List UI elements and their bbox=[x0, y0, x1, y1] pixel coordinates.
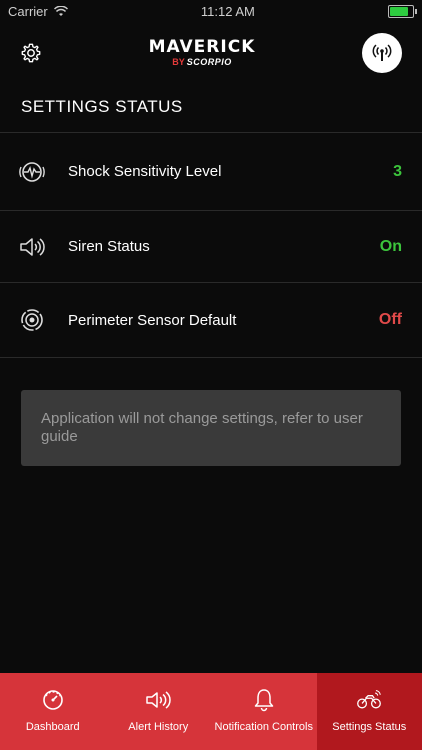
alert-history-icon bbox=[146, 691, 171, 709]
tab-notification-controls[interactable]: Notification Controls bbox=[211, 673, 317, 750]
settings-value: 3 bbox=[393, 162, 402, 180]
settings-row-perimeter: Perimeter Sensor Default Off bbox=[0, 282, 422, 358]
settings-list: Shock Sensitivity Level 3 Siren Status O… bbox=[0, 132, 422, 358]
brand-sub: SCORPIO bbox=[186, 57, 232, 67]
status-time: 11:12 AM bbox=[200, 3, 255, 19]
settings-value: On bbox=[379, 237, 402, 255]
dashboard-icon bbox=[42, 690, 63, 710]
tab-label: Alert History bbox=[128, 721, 189, 733]
shock-sensor-icon bbox=[19, 161, 45, 182]
brand-name: MAVERICK bbox=[148, 37, 256, 57]
tab-alert-history[interactable]: Alert History bbox=[106, 673, 212, 750]
tab-label: Notification Controls bbox=[214, 721, 313, 733]
brand-by: BY bbox=[172, 57, 185, 67]
settings-label: Perimeter Sensor Default bbox=[68, 311, 237, 329]
brand-logo: MAVERICK BY SCORPIO bbox=[149, 39, 256, 67]
battery-icon bbox=[387, 4, 417, 18]
tab-settings-status[interactable]: Settings Status bbox=[316, 673, 422, 750]
carrier-label: Carrier bbox=[8, 3, 48, 19]
wifi-icon bbox=[53, 5, 68, 16]
tab-label: Dashboard bbox=[25, 721, 80, 733]
tab-bar: Dashboard Alert History Notification Con… bbox=[0, 673, 422, 750]
settings-label: Siren Status bbox=[68, 238, 150, 255]
info-notice: Application will not change settings, re… bbox=[21, 390, 401, 466]
connection-button[interactable] bbox=[361, 33, 402, 73]
settings-value: Off bbox=[378, 311, 402, 328]
speaker-icon bbox=[20, 237, 45, 256]
settings-row-shock: Shock Sensitivity Level 3 bbox=[0, 132, 422, 210]
antenna-icon bbox=[372, 44, 392, 61]
settings-label: Shock Sensitivity Level bbox=[68, 163, 222, 180]
settings-row-siren: Siren Status On bbox=[0, 210, 422, 282]
tab-label: Settings Status bbox=[332, 721, 407, 733]
motorcycle-icon bbox=[357, 689, 382, 709]
top-bar: MAVERICK BY SCORPIO bbox=[0, 22, 422, 84]
status-bar: Carrier 11:12 AM bbox=[0, 0, 422, 22]
gear-icon[interactable] bbox=[20, 42, 42, 64]
tab-dashboard[interactable]: Dashboard bbox=[0, 673, 106, 750]
page-title: SETTINGS STATUS bbox=[21, 97, 183, 116]
bell-icon bbox=[254, 689, 273, 712]
perimeter-sensor-icon bbox=[21, 309, 43, 331]
